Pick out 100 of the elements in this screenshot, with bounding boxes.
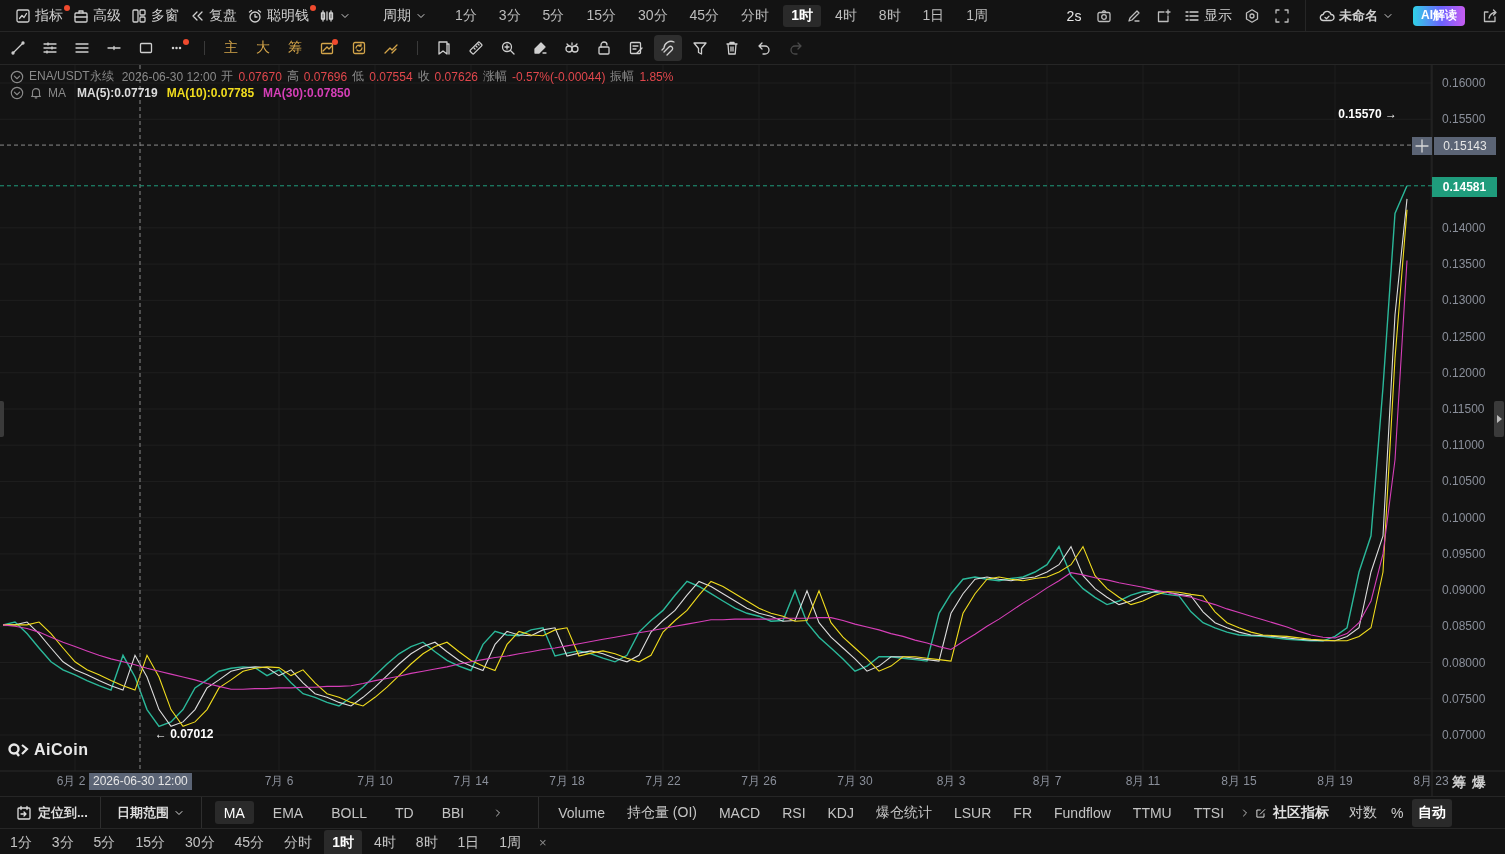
calendar-icon bbox=[16, 804, 32, 821]
indicator-tab[interactable]: MA bbox=[214, 801, 254, 824]
ohlc-value: 0.07696 bbox=[303, 69, 348, 84]
crosshair-price-label: 0.15143 bbox=[1434, 137, 1496, 155]
ohlc-value: 0.07670 bbox=[238, 69, 282, 84]
drawing-tool-button[interactable]: 筹 bbox=[281, 35, 309, 61]
indicator-tab[interactable]: Volume bbox=[547, 804, 616, 821]
timeframe-tab[interactable]: 1时 bbox=[324, 829, 362, 854]
indicator-tab[interactable]: TTMU bbox=[1121, 804, 1183, 821]
scale-option[interactable]: 对数 bbox=[1343, 798, 1384, 827]
indicator-tab[interactable]: 爆仓统计 bbox=[865, 803, 943, 822]
timeframe-tab[interactable]: 15分 bbox=[578, 4, 624, 27]
pattern-icon bbox=[319, 40, 335, 56]
price-axis-label: 0.11000 bbox=[1442, 438, 1485, 453]
locate-button[interactable]: 定位到... bbox=[0, 803, 100, 822]
timeframe-tab[interactable]: 1分 bbox=[2, 829, 40, 854]
timeframe-tab[interactable]: 3分 bbox=[490, 4, 529, 27]
indicator-tab[interactable]: Fundflow bbox=[1043, 804, 1122, 821]
close-button[interactable]: × bbox=[533, 835, 553, 850]
settings-icon bbox=[1244, 7, 1260, 24]
lock-icon bbox=[596, 40, 612, 56]
indicator-tab[interactable]: EMA bbox=[263, 801, 313, 824]
timeframe-tab[interactable]: 分时 bbox=[733, 4, 778, 27]
panel-handle[interactable] bbox=[1494, 401, 1504, 437]
time-axis-label: 7月 18 bbox=[549, 774, 585, 788]
display-button[interactable]: 显示 bbox=[1179, 3, 1237, 28]
price-axis-label: 0.07000 bbox=[1442, 727, 1486, 742]
toolbar-button[interactable]: 多窗 bbox=[126, 3, 184, 28]
toolbar-button[interactable]: 聪明钱 bbox=[242, 3, 314, 28]
indicator-tab[interactable]: FR bbox=[1002, 804, 1043, 821]
price-axis-label: 0.12500 bbox=[1442, 329, 1486, 344]
price-axis-label: 0.08500 bbox=[1442, 619, 1486, 634]
scale-option[interactable]: 自动 bbox=[1411, 798, 1452, 827]
indicator-tab[interactable]: LSUR bbox=[943, 804, 1003, 821]
ruler-icon bbox=[468, 40, 484, 56]
indicator-tab[interactable]: 持仓量 (OI) bbox=[615, 803, 708, 822]
timeframe-tab[interactable]: 5分 bbox=[534, 4, 573, 27]
timeframe-tab[interactable]: 1时 bbox=[783, 4, 821, 27]
indicator-tab[interactable]: KDJ bbox=[816, 804, 865, 821]
last-price-label: 0.14581 bbox=[1432, 177, 1497, 197]
logo-icon bbox=[8, 742, 30, 758]
collapse-icon bbox=[10, 86, 24, 100]
timeframe-tab[interactable]: 3分 bbox=[43, 829, 82, 854]
rectangle-icon bbox=[138, 40, 154, 56]
period-dropdown[interactable]: 周期 bbox=[378, 3, 432, 28]
community-indicators-button[interactable]: 社区指标 bbox=[1255, 803, 1330, 822]
timeframe-tab[interactable]: 5分 bbox=[85, 829, 124, 854]
toolbar-button[interactable]: 复盘 bbox=[184, 3, 242, 28]
timeframe-tab[interactable]: 8时 bbox=[407, 829, 446, 854]
symbol-name: ENA/USDT永续 bbox=[29, 68, 114, 85]
ohlc-label: 开 bbox=[221, 68, 234, 85]
time-axis-label: 7月 22 bbox=[645, 774, 681, 788]
time-axis-label: 8月 15 bbox=[1221, 774, 1257, 788]
ai-button[interactable]: AI解读 bbox=[1413, 5, 1465, 26]
timeframe-tab[interactable]: 1日 bbox=[449, 829, 488, 854]
timeframe-tab[interactable]: 8时 bbox=[870, 4, 909, 27]
moving-average-value: MA(30):0.07850 bbox=[263, 86, 351, 100]
toolbar-button[interactable]: 高级 bbox=[68, 3, 126, 28]
timeframe-tab[interactable]: 分时 bbox=[276, 829, 321, 854]
drawing-tool-button[interactable] bbox=[654, 35, 682, 61]
moving-average-value: MA(5):0.07719 bbox=[77, 86, 158, 100]
toolbar-button[interactable]: 指标 bbox=[10, 3, 68, 28]
panels-icon bbox=[131, 7, 147, 24]
crosshair-time-label: 2026-06-30 12:00 bbox=[89, 773, 192, 790]
chart-side-button[interactable]: 爆 bbox=[1472, 774, 1486, 792]
chart-side-button[interactable]: 筹 bbox=[1452, 774, 1466, 792]
indicator-tab[interactable]: MACD bbox=[707, 804, 772, 821]
indicator-tab[interactable]: BOLL bbox=[322, 801, 376, 824]
timeframe-tab[interactable]: 4时 bbox=[826, 4, 865, 27]
timeframe-tab[interactable]: 4时 bbox=[365, 829, 404, 854]
timeframe-tab[interactable]: 45分 bbox=[226, 829, 273, 854]
price-annotation: 0.15570 → bbox=[1338, 107, 1398, 122]
date-range-dropdown[interactable]: 日期范围 bbox=[100, 803, 201, 822]
timeframe-tab[interactable]: 1周 bbox=[491, 829, 530, 854]
filter-icon bbox=[692, 40, 708, 56]
scale-option[interactable]: % bbox=[1385, 798, 1410, 827]
drawing-tool-button[interactable]: 主 bbox=[217, 35, 245, 61]
price-axis-label: 0.14000 bbox=[1442, 220, 1486, 235]
time-axis-label: 7月 14 bbox=[453, 774, 489, 788]
ohlc-value: 0.07554 bbox=[369, 69, 413, 84]
add-alert-button[interactable] bbox=[1412, 137, 1432, 155]
indicator-tab[interactable]: BBI bbox=[432, 801, 474, 824]
timeframe-tab[interactable]: 30分 bbox=[176, 829, 223, 854]
indicator-tab[interactable]: TD bbox=[386, 801, 423, 824]
price-axis-label: 0.12000 bbox=[1442, 365, 1486, 380]
camera-icon bbox=[1096, 7, 1112, 24]
timeframe-tab[interactable]: 30分 bbox=[629, 4, 676, 27]
indicator-tab[interactable]: TTSI bbox=[1182, 804, 1236, 821]
refresh-interval-button[interactable]: 2s bbox=[1059, 3, 1089, 28]
timeframe-tab[interactable]: 1周 bbox=[958, 4, 997, 27]
indicator-tab[interactable]: RSI bbox=[771, 804, 817, 821]
drawing-tool-button[interactable]: 大 bbox=[249, 35, 277, 61]
ohlc-value: 0.07626 bbox=[434, 69, 478, 84]
timeframe-tab[interactable]: 15分 bbox=[127, 829, 173, 854]
timeframe-tab[interactable]: 1分 bbox=[447, 4, 485, 27]
timeframe-tab[interactable]: 1日 bbox=[914, 4, 953, 27]
layout-dropdown[interactable]: 未命名 bbox=[1314, 3, 1399, 28]
price-axis-label: 0.11500 bbox=[1442, 402, 1485, 416]
brush-icon bbox=[532, 40, 548, 56]
timeframe-tab[interactable]: 45分 bbox=[681, 4, 728, 27]
